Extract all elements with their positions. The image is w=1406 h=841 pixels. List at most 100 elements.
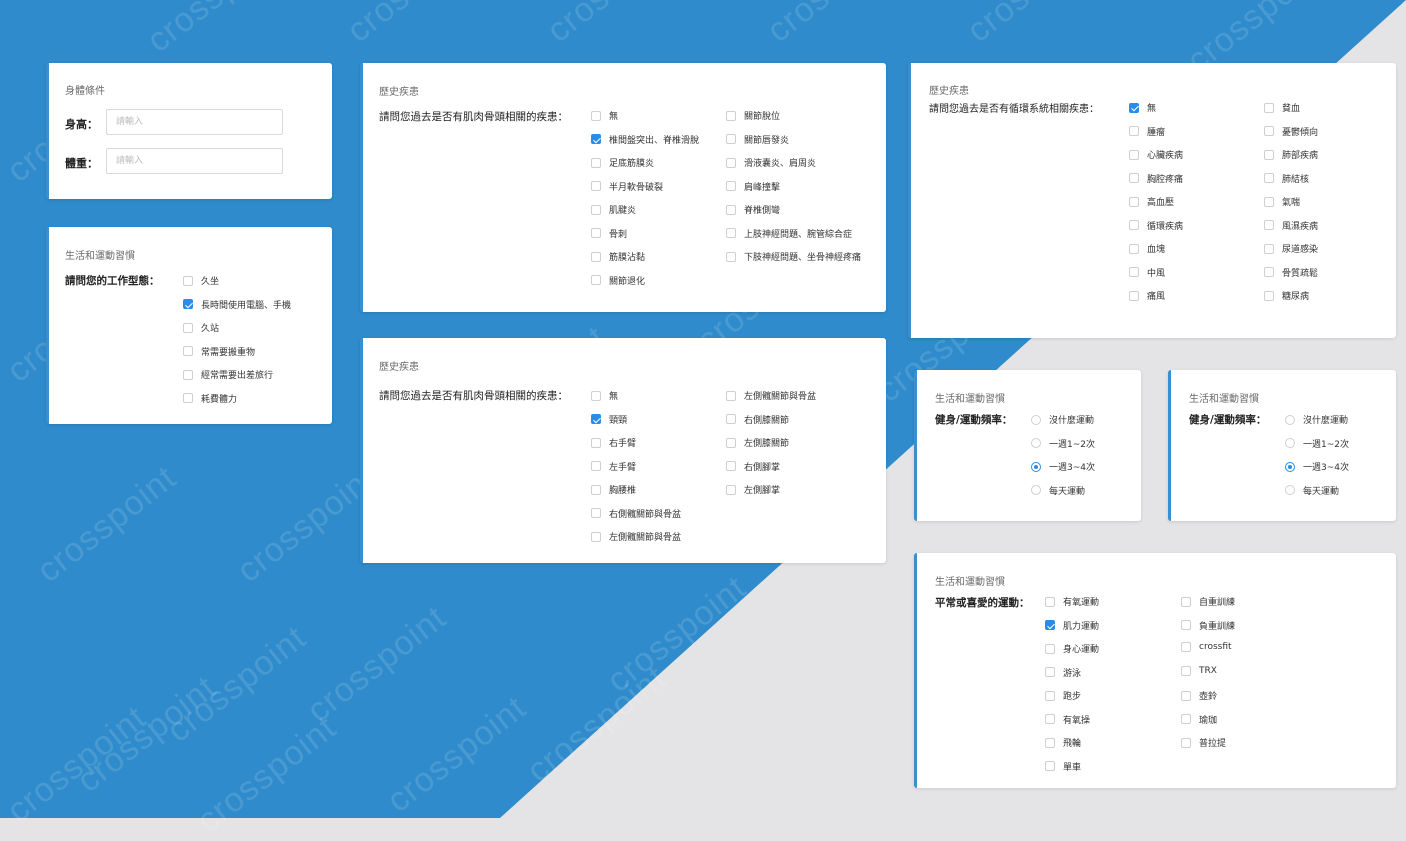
checkbox-option[interactable]: 長時間使用電腦、手機 [183, 298, 291, 311]
checkbox-icon[interactable] [1045, 596, 1055, 607]
checkbox-icon[interactable] [183, 346, 193, 356]
checkbox-icon[interactable] [1264, 267, 1274, 277]
checkbox-option[interactable]: 骨刺 [591, 227, 627, 240]
checkbox-option[interactable]: 胸腰椎 [591, 483, 636, 496]
checkbox-checked-icon[interactable] [183, 299, 193, 309]
checkbox-icon[interactable] [591, 461, 601, 471]
radio-icon[interactable] [1031, 438, 1041, 448]
checkbox-icon[interactable] [1129, 126, 1139, 136]
checkbox-icon[interactable] [591, 437, 601, 448]
checkbox-icon[interactable] [1045, 667, 1055, 677]
checkbox-option[interactable]: 經常需要出差旅行 [183, 368, 273, 381]
checkbox-option[interactable]: 無 [1129, 101, 1156, 114]
checkbox-checked-icon[interactable] [1129, 102, 1139, 113]
checkbox-option[interactable]: 右側膝關節 [726, 413, 789, 426]
radio-icon[interactable] [1285, 438, 1295, 448]
checkbox-icon[interactable] [726, 437, 736, 448]
checkbox-option[interactable]: 肩峰撞擊 [726, 180, 780, 193]
radio-icon[interactable] [1031, 485, 1041, 495]
checkbox-option[interactable]: 痛風 [1129, 289, 1165, 302]
checkbox-option[interactable]: 壺鈴 [1181, 689, 1217, 702]
checkbox-option[interactable]: 跑步 [1045, 689, 1081, 702]
checkbox-option[interactable]: 瑜珈 [1181, 713, 1217, 726]
checkbox-option[interactable]: 憂鬱傾向 [1264, 125, 1318, 138]
checkbox-icon[interactable] [726, 204, 736, 215]
checkbox-checked-icon[interactable] [1045, 620, 1055, 630]
checkbox-option[interactable]: 下肢神經問題、坐骨神經疼痛 [726, 250, 861, 263]
checkbox-option[interactable]: 身心運動 [1045, 642, 1099, 655]
checkbox-icon[interactable] [1181, 690, 1191, 701]
checkbox-icon[interactable] [591, 508, 601, 518]
checkbox-option[interactable]: 半月軟骨破裂 [591, 180, 663, 193]
checkbox-icon[interactable] [726, 134, 736, 144]
checkbox-icon[interactable] [183, 393, 193, 403]
checkbox-option[interactable]: 左側髖關節與骨盆 [726, 389, 816, 402]
checkbox-icon[interactable] [1264, 102, 1274, 113]
radio-icon[interactable] [1285, 414, 1295, 425]
checkbox-icon[interactable] [1181, 737, 1191, 748]
checkbox-icon[interactable] [1129, 196, 1139, 207]
radio-selected-icon[interactable] [1031, 461, 1041, 472]
checkbox-option[interactable]: 足底筋膜炎 [591, 156, 654, 169]
checkbox-option[interactable]: 有氧操 [1045, 713, 1090, 726]
checkbox-option[interactable]: 心臟疾病 [1129, 148, 1183, 161]
checkbox-option[interactable]: 右手臂 [591, 436, 636, 449]
checkbox-option[interactable]: 無 [591, 389, 618, 402]
checkbox-icon[interactable] [726, 110, 736, 121]
checkbox-icon[interactable] [183, 275, 193, 286]
checkbox-option[interactable]: 氣喘 [1264, 195, 1300, 208]
checkbox-icon[interactable] [1045, 737, 1055, 748]
checkbox-icon[interactable] [726, 157, 736, 168]
checkbox-option[interactable]: 肌腱炎 [591, 203, 636, 216]
checkbox-icon[interactable] [726, 414, 736, 424]
checkbox-option[interactable]: 關節唇發炎 [726, 133, 789, 146]
radio-option[interactable]: 一週3~4次 [1285, 460, 1349, 473]
checkbox-icon[interactable] [1264, 220, 1274, 230]
checkbox-option[interactable]: 腫瘤 [1129, 125, 1165, 138]
checkbox-option[interactable]: 糖尿病 [1264, 289, 1309, 302]
checkbox-icon[interactable] [726, 251, 736, 262]
checkbox-option[interactable]: 胸腔疼痛 [1129, 172, 1183, 185]
checkbox-icon[interactable] [1129, 149, 1139, 160]
height-input[interactable] [106, 109, 283, 135]
radio-option[interactable]: 一週1~2次 [1285, 437, 1349, 450]
checkbox-icon[interactable] [1045, 761, 1055, 771]
radio-option[interactable]: 每天運動 [1031, 484, 1085, 497]
checkbox-icon[interactable] [1181, 596, 1191, 607]
checkbox-option[interactable]: 肺部疾病 [1264, 148, 1318, 161]
radio-icon[interactable] [1031, 414, 1041, 425]
checkbox-option[interactable]: 筋膜沾黏 [591, 250, 645, 263]
checkbox-option[interactable]: 負重訓練 [1181, 619, 1235, 632]
checkbox-option[interactable]: crossfit [1181, 642, 1232, 652]
checkbox-icon[interactable] [591, 204, 601, 215]
radio-option[interactable]: 每天運動 [1285, 484, 1339, 497]
checkbox-option[interactable]: 普拉提 [1181, 736, 1226, 749]
checkbox-icon[interactable] [1264, 290, 1274, 301]
checkbox-option[interactable]: 上肢神經問題、腕管綜合症 [726, 227, 852, 240]
checkbox-icon[interactable] [1181, 642, 1191, 652]
checkbox-option[interactable]: 耗費體力 [183, 392, 237, 405]
checkbox-option[interactable]: 左側腳掌 [726, 483, 780, 496]
checkbox-icon[interactable] [591, 228, 601, 238]
checkbox-option[interactable]: 右側髖關節與骨盆 [591, 507, 681, 520]
checkbox-icon[interactable] [1129, 243, 1139, 254]
checkbox-option[interactable]: 血塊 [1129, 242, 1165, 255]
checkbox-icon[interactable] [1264, 126, 1274, 136]
checkbox-option[interactable]: 左側髖關節與骨盆 [591, 530, 681, 543]
checkbox-option[interactable]: 自重訓練 [1181, 595, 1235, 608]
checkbox-icon[interactable] [1181, 620, 1191, 630]
checkbox-option[interactable]: 滑液囊炎、肩周炎 [726, 156, 816, 169]
checkbox-option[interactable]: 關節退化 [591, 274, 645, 287]
checkbox-option[interactable]: 肌力運動 [1045, 619, 1099, 632]
checkbox-icon[interactable] [183, 369, 193, 380]
checkbox-checked-icon[interactable] [591, 414, 601, 424]
checkbox-icon[interactable] [1045, 714, 1055, 724]
checkbox-icon[interactable] [183, 322, 193, 333]
checkbox-icon[interactable] [1181, 665, 1191, 676]
checkbox-option[interactable]: 飛輪 [1045, 736, 1081, 749]
checkbox-icon[interactable] [1129, 267, 1139, 277]
checkbox-icon[interactable] [1181, 714, 1191, 724]
checkbox-option[interactable]: 久坐 [183, 274, 219, 287]
checkbox-icon[interactable] [591, 531, 601, 542]
checkbox-icon[interactable] [1045, 690, 1055, 701]
